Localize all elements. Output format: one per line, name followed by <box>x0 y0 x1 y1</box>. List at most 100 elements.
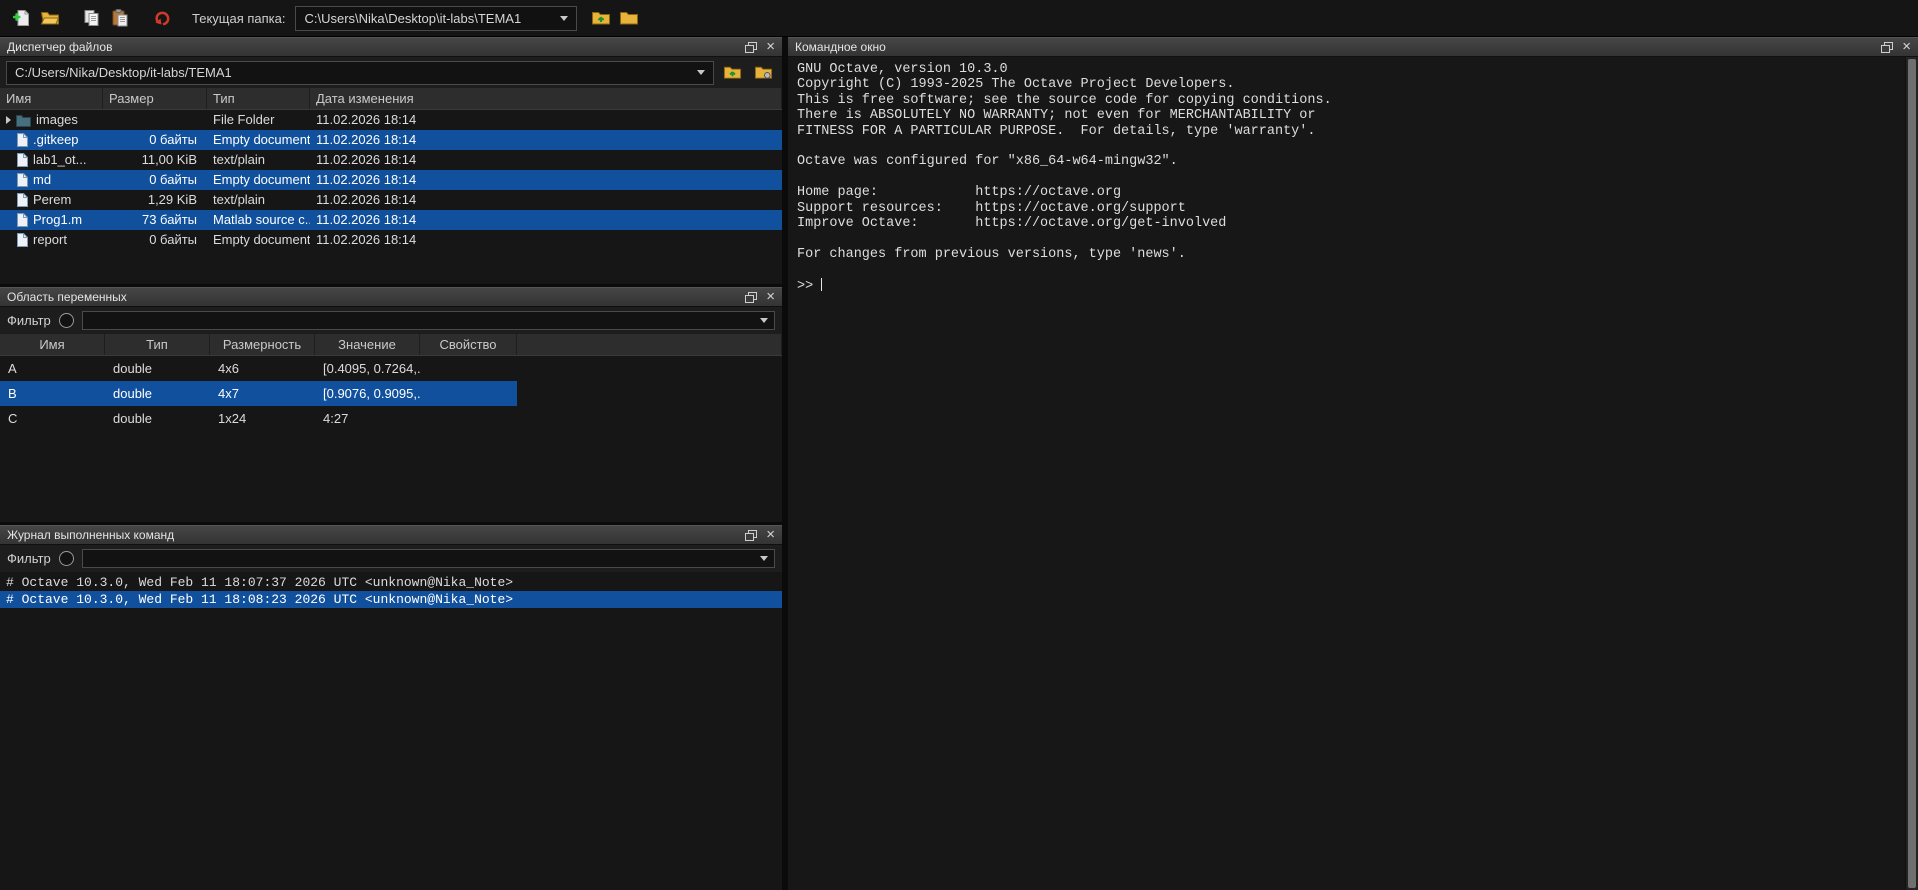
file-size: 0 байты <box>103 130 207 150</box>
file-icon <box>16 213 28 227</box>
file-size: 73 байты <box>103 210 207 230</box>
octave-main-window: Текущая папка: C:\Users\Nika\Desktop\it-… <box>0 0 1918 890</box>
browse-directories-button[interactable] <box>615 4 643 32</box>
console-line <box>797 170 1905 185</box>
folder-actions-button[interactable] <box>751 60 776 85</box>
file-type: Matlab source c... <box>207 210 310 230</box>
open-file-button[interactable] <box>36 4 64 32</box>
close-icon[interactable]: × <box>766 528 775 542</box>
history-list: # Octave 10.3.0, Wed Feb 11 18:07:37 202… <box>0 572 782 890</box>
filter-checkbox[interactable] <box>59 313 74 328</box>
column-header-filler <box>517 334 782 355</box>
variable-row[interactable]: Cdouble1x244:27 <box>0 406 517 431</box>
history-entry[interactable]: # Octave 10.3.0, Wed Feb 11 18:07:37 202… <box>0 574 782 591</box>
variable-value: 4:27 <box>315 406 420 431</box>
column-header-size[interactable]: Размер <box>103 88 207 109</box>
undock-icon[interactable] <box>745 42 757 53</box>
workspace-titlebar[interactable]: Область переменных × <box>0 287 782 307</box>
browse-folder-icon <box>619 8 639 28</box>
file-row[interactable]: .gitkeep0 байтыEmpty document11.02.2026 … <box>0 130 782 150</box>
command-history-panel: Журнал выполненных команд × Фильтр <box>0 525 782 890</box>
console-line: Octave was configured for "x86_64-w64-mi… <box>797 154 1905 169</box>
workspace-filter-row: Фильтр <box>0 307 782 334</box>
variable-dimension: 4x6 <box>210 356 315 381</box>
main-toolbar: Текущая папка: C:\Users\Nika\Desktop\it-… <box>0 0 1918 37</box>
file-name: md <box>33 170 51 190</box>
undock-icon[interactable] <box>1881 42 1893 53</box>
file-size: 0 байты <box>103 170 207 190</box>
close-icon[interactable]: × <box>766 290 775 304</box>
path-up-button[interactable] <box>720 60 745 85</box>
file-row[interactable]: lab1_ot...11,00 KiBtext/plain11.02.2026 … <box>0 150 782 170</box>
file-date: 11.02.2026 18:14 <box>310 230 782 250</box>
copy-button[interactable] <box>78 4 106 32</box>
history-entry[interactable]: # Octave 10.3.0, Wed Feb 11 18:08:23 202… <box>0 591 782 608</box>
panel-title: Диспетчер файлов <box>7 40 745 54</box>
variable-type: double <box>105 381 210 406</box>
close-icon[interactable]: × <box>766 40 775 54</box>
command-window-scrollbar[interactable] <box>1905 57 1918 890</box>
console-line: This is free software; see the source co… <box>797 93 1905 108</box>
new-script-icon <box>12 8 32 28</box>
command-window-body: GNU Octave, version 10.3.0Copyright (C) … <box>788 57 1918 890</box>
panel-title: Командное окно <box>795 40 1881 54</box>
file-date: 11.02.2026 18:14 <box>310 150 782 170</box>
chevron-down-icon <box>760 556 768 561</box>
file-row[interactable]: report0 байтыEmpty document11.02.2026 18… <box>0 230 782 250</box>
workspace-table-header[interactable]: Имя Тип Размерность Значение Свойство <box>0 334 782 356</box>
new-script-button[interactable] <box>8 4 36 32</box>
close-icon[interactable]: × <box>1902 40 1911 54</box>
console-line: For changes from previous versions, type… <box>797 247 1905 262</box>
undock-icon[interactable] <box>745 530 757 541</box>
folder-icon <box>16 114 31 127</box>
variable-attribute <box>420 356 517 381</box>
file-size: 11,00 KiB <box>103 150 207 170</box>
file-row[interactable]: Prog1.m 73 байтыMatlab source c...11.02.2… <box>0 210 782 230</box>
file-table-body: imagesFile Folder11.02.2026 18:14.gitkee… <box>0 110 782 284</box>
current-folder-label: Текущая папка: <box>192 11 285 26</box>
file-name-cell: lab1_ot... <box>0 150 103 170</box>
paste-button[interactable] <box>106 4 134 32</box>
column-header-type[interactable]: Тип <box>207 88 310 109</box>
dir-up-button[interactable] <box>587 4 615 32</box>
file-table-header[interactable]: Имя Размер Тип Дата изменения <box>0 88 782 110</box>
current-folder-combo[interactable]: C:\Users\Nika\Desktop\it-labs\TEMA1 <box>295 6 577 31</box>
filter-combo[interactable] <box>82 311 775 330</box>
column-header-type[interactable]: Тип <box>105 334 210 355</box>
variable-row[interactable]: Adouble4x6[0.4095, 0.7264,... <box>0 356 517 381</box>
filter-combo[interactable] <box>82 549 775 568</box>
file-icon <box>16 133 28 147</box>
column-header-name[interactable]: Имя <box>0 88 103 109</box>
command-window-titlebar[interactable]: Командное окно × <box>788 37 1918 57</box>
file-type: Empty document <box>207 130 310 150</box>
column-header-name[interactable]: Имя <box>0 334 105 355</box>
file-row[interactable]: imagesFile Folder11.02.2026 18:14 <box>0 110 782 130</box>
column-header-date[interactable]: Дата изменения <box>310 88 782 109</box>
file-row[interactable]: md0 байтыEmpty document11.02.2026 18:14 <box>0 170 782 190</box>
column-header-dimension[interactable]: Размерность <box>210 334 315 355</box>
file-date: 11.02.2026 18:14 <box>310 130 782 150</box>
file-name: Prog1.m <box>33 210 82 230</box>
undo-button[interactable] <box>148 4 176 32</box>
undock-icon[interactable] <box>745 292 757 303</box>
console-prompt-line[interactable]: >> <box>797 278 1905 294</box>
command-window-output[interactable]: GNU Octave, version 10.3.0Copyright (C) … <box>788 57 1905 890</box>
column-header-value[interactable]: Значение <box>315 334 420 355</box>
left-dock: Диспетчер файлов × C:/Users/Nika/Desktop… <box>0 37 782 890</box>
variable-attribute <box>420 381 517 406</box>
variable-attribute <box>420 406 517 431</box>
variable-value: [0.9076, 0.9095,... <box>315 381 420 406</box>
command-history-titlebar[interactable]: Журнал выполненных команд × <box>0 525 782 545</box>
file-name-cell: Prog1.m <box>0 210 103 230</box>
variable-type: double <box>105 356 210 381</box>
file-browser-path-combo[interactable]: C:/Users/Nika/Desktop/it-labs/TEMA1 <box>6 61 714 85</box>
file-date: 11.02.2026 18:14 <box>310 210 782 230</box>
variable-row[interactable]: Bdouble4x7[0.9076, 0.9095,... <box>0 381 517 406</box>
file-browser-titlebar[interactable]: Диспетчер файлов × <box>0 37 782 57</box>
expand-arrow-icon[interactable] <box>0 116 16 124</box>
file-row[interactable]: Perem1,29 KiBtext/plain11.02.2026 18:14 <box>0 190 782 210</box>
filter-checkbox[interactable] <box>59 551 74 566</box>
scrollbar-thumb[interactable] <box>1908 59 1916 888</box>
prompt-symbol: >> <box>797 279 813 294</box>
column-header-attribute[interactable]: Свойство <box>420 334 517 355</box>
